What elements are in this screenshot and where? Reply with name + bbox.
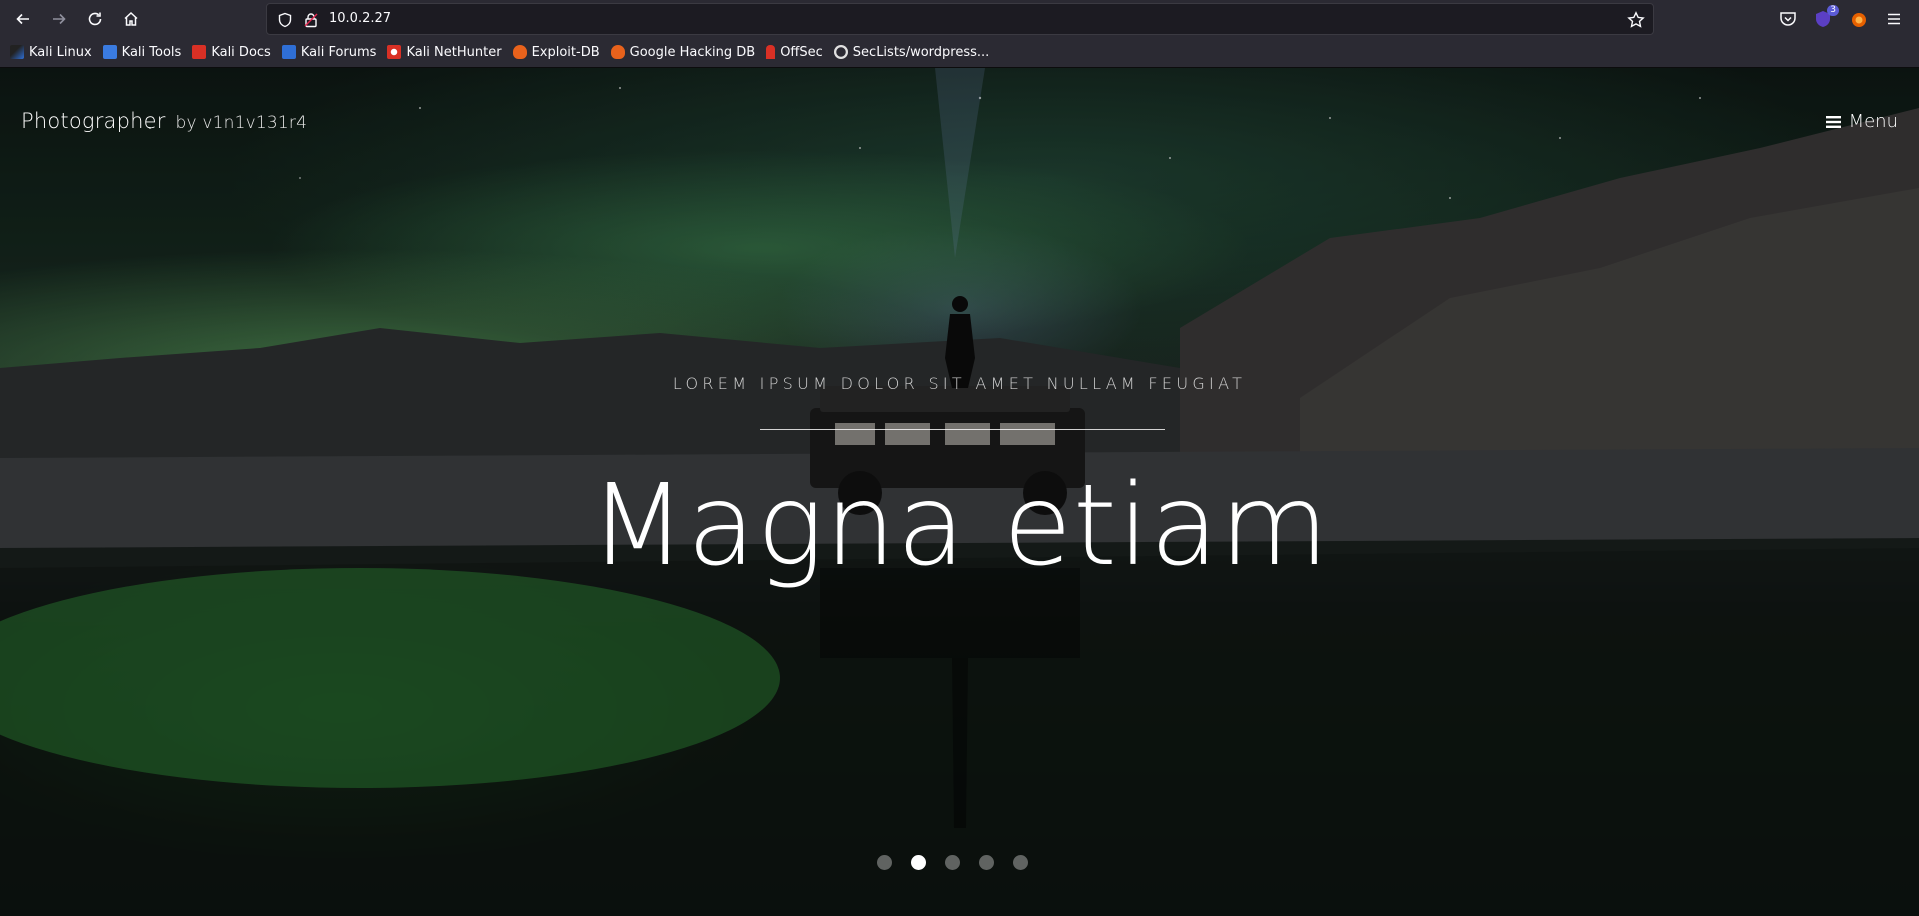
- bookmark-label: Kali Tools: [121, 44, 182, 60]
- hero-divider: [760, 429, 1165, 430]
- ghdb-icon: [610, 45, 625, 59]
- exploit-db-icon: [512, 45, 527, 59]
- insecure-lock-icon[interactable]: [303, 12, 319, 28]
- slide-dot-5[interactable]: [1013, 855, 1028, 870]
- offsec-icon: [766, 45, 776, 59]
- shield-icon[interactable]: [277, 12, 293, 28]
- nethunter-icon: [387, 45, 402, 59]
- url-text[interactable]: 10.0.2.27: [329, 11, 391, 26]
- reload-icon: [88, 12, 102, 26]
- hero-banner: LOREM IPSUM DOLOR SIT AMET NULLAM FEUGIA…: [0, 68, 1919, 916]
- page-viewport: Photographer by v1n1v131r4 Menu LOREM IP…: [0, 68, 1919, 916]
- forward-button[interactable]: [45, 5, 73, 33]
- kali-dragon-icon: [10, 45, 24, 59]
- bookmark-offsec[interactable]: OffSec: [766, 45, 823, 60]
- bookmark-label: Kali Linux: [29, 44, 92, 60]
- extension-button[interactable]: 3: [1813, 5, 1839, 29]
- bookmark-label: Kali Forums: [300, 44, 377, 60]
- reload-button[interactable]: [81, 5, 109, 33]
- slide-dot-4[interactable]: [979, 855, 994, 870]
- bookmark-label: Kali NetHunter: [406, 44, 502, 60]
- home-button[interactable]: [117, 5, 145, 33]
- kali-docs-icon: [192, 45, 207, 59]
- slide-dot-1[interactable]: [877, 855, 892, 870]
- home-icon: [124, 11, 138, 26]
- arrow-left-icon: [16, 13, 29, 25]
- slide-dot-3[interactable]: [945, 855, 960, 870]
- bookmark-kali-linux[interactable]: Kali Linux: [10, 45, 92, 60]
- bookmark-label: Kali Docs: [211, 44, 271, 60]
- github-icon: [833, 45, 848, 59]
- kali-tools-icon: [102, 45, 117, 59]
- slide-dot-2[interactable]: [911, 855, 926, 870]
- browser-toolbar: 10.0.2.27 3: [0, 0, 1919, 37]
- bookmark-google-hacking-db[interactable]: Google Hacking DB: [610, 44, 756, 60]
- bookmark-label: SecLists/wordpress...: [852, 44, 990, 60]
- back-button[interactable]: [9, 5, 37, 33]
- hamburger-menu-icon[interactable]: [1884, 9, 1904, 29]
- extension-badge: 3: [1827, 5, 1839, 16]
- pocket-icon[interactable]: [1778, 9, 1798, 29]
- firefox-extension-icon[interactable]: [1849, 9, 1869, 29]
- bookmark-kali-docs[interactable]: Kali Docs: [192, 45, 271, 60]
- bookmark-seclists[interactable]: SecLists/wordpress...: [833, 44, 990, 60]
- url-bar[interactable]: 10.0.2.27: [266, 3, 1654, 35]
- bookmark-label: OffSec: [780, 44, 823, 60]
- bookmark-kali-tools[interactable]: Kali Tools: [102, 44, 182, 60]
- bookmark-exploit-db[interactable]: Exploit-DB: [512, 44, 600, 60]
- hero-title: Magna etiam: [589, 461, 1330, 591]
- arrow-right-icon: [53, 13, 66, 25]
- bookmark-label: Exploit-DB: [531, 44, 600, 60]
- slide-indicators: [877, 855, 1047, 871]
- bookmark-kali-forums[interactable]: Kali Forums: [281, 44, 377, 60]
- hero-subtitle: LOREM IPSUM DOLOR SIT AMET NULLAM FEUGIA…: [672, 374, 1247, 393]
- bookmarks-bar: Kali Linux Kali Tools Kali Docs Kali For…: [0, 37, 1919, 68]
- kali-forums-icon: [281, 45, 296, 59]
- bookmark-label: Google Hacking DB: [629, 44, 756, 60]
- bookmark-kali-nethunter[interactable]: Kali NetHunter: [387, 44, 502, 60]
- bookmark-star-icon[interactable]: [1627, 11, 1645, 29]
